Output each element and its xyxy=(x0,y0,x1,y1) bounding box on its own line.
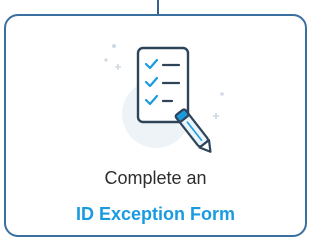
connector-line xyxy=(157,0,159,14)
checklist-with-pen-icon xyxy=(104,44,224,153)
form-option-stage: Complete an ID Exception Form xyxy=(0,0,313,244)
id-exception-form-card[interactable]: Complete an ID Exception Form xyxy=(4,14,307,237)
card-caption-line2[interactable]: ID Exception Form xyxy=(6,204,305,225)
card-caption-line1: Complete an xyxy=(104,168,207,188)
